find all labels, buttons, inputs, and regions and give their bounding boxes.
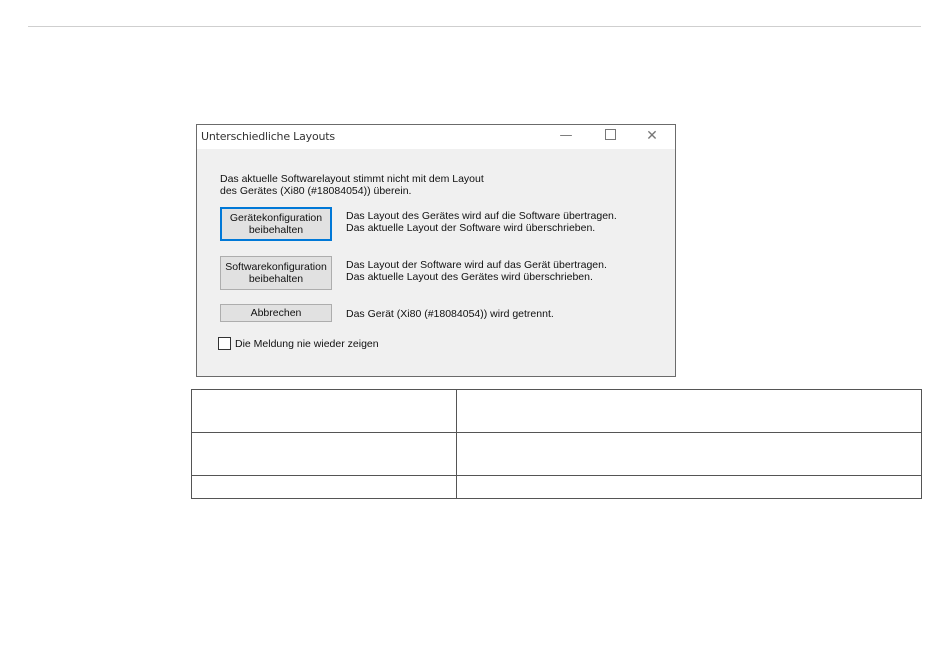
- square-icon: [604, 129, 616, 140]
- table-cell: [456, 475, 922, 499]
- description-line-2: Das aktuelle Layout des Gerätes wird übe…: [346, 271, 593, 283]
- table-cell: [456, 389, 922, 433]
- table-cell: [456, 432, 922, 476]
- button-label-line-1: Gerätekonfiguration: [229, 212, 323, 224]
- button-label-line-2: beibehalten: [248, 224, 304, 236]
- table-row: [191, 432, 922, 476]
- dont-show-again-checkbox[interactable]: [218, 337, 231, 350]
- keep-device-config-description: Das Layout des Gerätes wird auf die Soft…: [346, 210, 617, 234]
- button-label-line-2: beibehalten: [248, 273, 304, 285]
- description-line-1: Das Layout des Gerätes wird auf die Soft…: [346, 210, 617, 222]
- top-divider: [28, 26, 921, 27]
- table-cell: [191, 432, 457, 476]
- message-line-2: des Gerätes (Xi80 (#18084054)) überein.: [220, 185, 412, 197]
- cancel-description: Das Gerät (Xi80 (#18084054)) wird getren…: [346, 308, 554, 320]
- dialog-title: Unterschiedliche Layouts: [201, 130, 335, 143]
- description-line-1: Das Gerät (Xi80 (#18084054)) wird getren…: [346, 308, 554, 320]
- table-row: [191, 475, 922, 499]
- description-line-1: Das Layout der Software wird auf das Ger…: [346, 259, 607, 271]
- empty-table: [191, 389, 922, 499]
- maximize-button[interactable]: [595, 125, 625, 149]
- table-row: [191, 389, 922, 433]
- cancel-button[interactable]: Abbrechen: [220, 304, 332, 322]
- minimize-button[interactable]: —: [551, 125, 581, 149]
- dont-show-again-option[interactable]: Die Meldung nie wieder zeigen: [218, 337, 379, 350]
- dont-show-again-label: Die Meldung nie wieder zeigen: [235, 337, 379, 350]
- button-label-line-1: Softwarekonfiguration: [225, 261, 327, 273]
- table-cell: [191, 389, 457, 433]
- button-label: Abbrechen: [250, 307, 302, 319]
- keep-software-config-description: Das Layout der Software wird auf das Ger…: [346, 259, 607, 283]
- layout-mismatch-dialog: Unterschiedliche Layouts — ✕ Das aktuell…: [196, 124, 676, 377]
- table-cell: [191, 475, 457, 499]
- close-button[interactable]: ✕: [637, 125, 667, 149]
- title-bar: Unterschiedliche Layouts — ✕: [197, 125, 675, 149]
- dialog-message: Das aktuelle Softwarelayout stimmt nicht…: [220, 173, 484, 197]
- keep-device-config-button[interactable]: Gerätekonfiguration beibehalten: [220, 207, 332, 241]
- keep-software-config-button[interactable]: Softwarekonfiguration beibehalten: [220, 256, 332, 290]
- description-line-2: Das aktuelle Layout der Software wird üb…: [346, 222, 596, 234]
- message-line-1: Das aktuelle Softwarelayout stimmt nicht…: [220, 173, 484, 185]
